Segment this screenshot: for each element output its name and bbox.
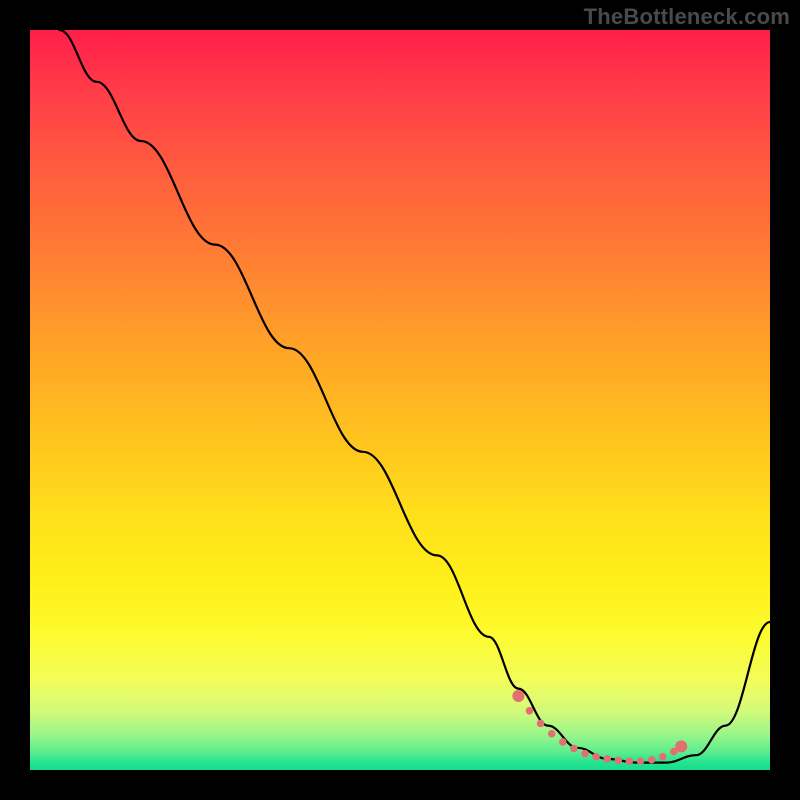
chart-frame: TheBottleneck.com	[0, 0, 800, 800]
trough-dot	[603, 755, 611, 763]
plot-area	[30, 30, 770, 770]
trough-dot	[659, 753, 667, 761]
trough-dot	[626, 757, 634, 765]
trough-dot	[637, 757, 645, 765]
trough-dot	[537, 720, 545, 728]
trough-dot	[526, 707, 534, 715]
trough-dot	[675, 740, 687, 752]
bottleneck-curve	[60, 30, 770, 763]
trough-dot	[648, 756, 656, 764]
trough-dot	[548, 730, 556, 738]
trough-dot	[592, 753, 600, 761]
trough-dot	[512, 690, 524, 702]
trough-dot	[615, 757, 623, 765]
watermark-label: TheBottleneck.com	[584, 4, 790, 30]
trough-dot	[559, 738, 567, 746]
trough-dot	[570, 745, 578, 753]
curve-layer	[30, 30, 770, 770]
trough-dots	[512, 690, 687, 765]
trough-dot	[581, 750, 589, 758]
